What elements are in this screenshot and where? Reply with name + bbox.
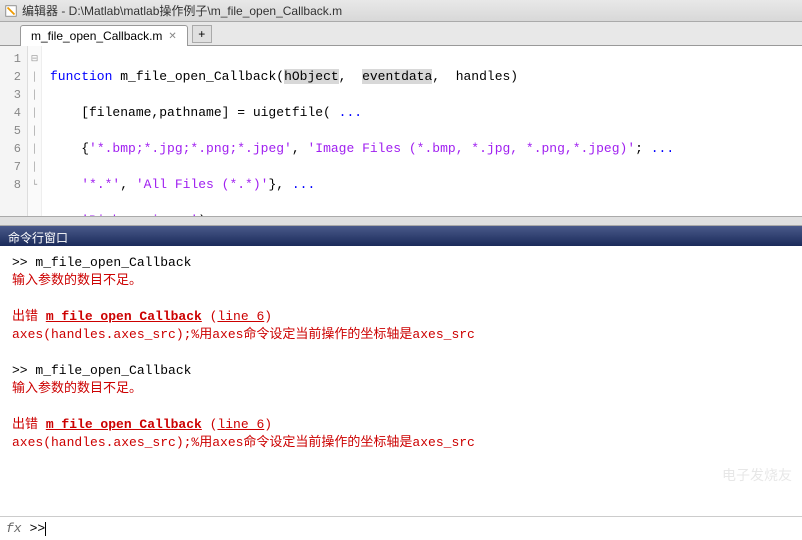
editor-icon — [4, 4, 18, 18]
string: 'All Files (*.*)' — [136, 177, 269, 192]
string: 'Image Files (*.bmp, *.jpg, *.png,*.jpeg… — [307, 141, 635, 156]
error-code: axes(handles.axes_src);%用axes命令设定当前操作的坐标… — [12, 434, 790, 452]
title-bar: 编辑器 - D:\Matlab\matlab操作例子\m_file_open_C… — [0, 0, 802, 22]
tab-label: m_file_open_Callback.m — [31, 29, 162, 43]
code-text: ; — [635, 141, 643, 156]
code-text: , handles) — [432, 69, 518, 84]
fold-icon[interactable]: ⊟ — [28, 50, 41, 68]
continuation: ... — [292, 177, 315, 192]
window-title: 编辑器 - D:\Matlab\matlab操作例子\m_file_open_C… — [22, 2, 342, 19]
tab-add-button[interactable]: + — [192, 25, 212, 43]
code-text: m_file_open_Callback( — [112, 69, 284, 84]
code-text — [50, 213, 81, 216]
code-text: , — [339, 69, 362, 84]
close-icon[interactable]: ✕ — [168, 31, 176, 42]
code-text — [50, 177, 81, 192]
watermark: 电子发烧友 — [722, 468, 792, 486]
keyword: function — [50, 69, 112, 84]
code-text: { — [50, 141, 89, 156]
error-line-link[interactable]: line 6 — [217, 309, 264, 324]
line-number: 2 — [0, 68, 21, 86]
command-title-text: 命令行窗口 — [8, 231, 68, 245]
error-text: ) — [264, 417, 272, 432]
pane-divider[interactable] — [0, 216, 802, 226]
error-text: ) — [264, 309, 272, 324]
error-line-link[interactable]: line 6 — [217, 417, 264, 432]
line-number: 3 — [0, 86, 21, 104]
code-text: [filename,pathname] = uigetfile( — [50, 105, 339, 120]
code-text: , — [292, 141, 308, 156]
code-arg: eventdata — [362, 69, 432, 84]
code-text: , — [120, 177, 136, 192]
command-window[interactable]: >> m_file_open_Callback 输入参数的数目不足。 出错 m_… — [0, 246, 802, 516]
line-number: 1 — [0, 50, 21, 68]
code-text: }, — [268, 177, 291, 192]
error-function-link[interactable]: m_file_open_Callback — [46, 309, 202, 324]
line-number: 8 — [0, 176, 21, 194]
prompt: >> — [12, 255, 35, 270]
continuation: ... — [339, 105, 362, 120]
error-text: ( — [202, 417, 218, 432]
prompt: >> — [12, 363, 35, 378]
command-window-title: 命令行窗口 — [0, 226, 802, 246]
string: '*.bmp;*.jpg;*.png;*.jpeg' — [89, 141, 292, 156]
code-content[interactable]: function m_file_open_Callback(hObject, e… — [42, 46, 682, 216]
tab-bar: m_file_open_Callback.m ✕ + — [0, 22, 802, 46]
continuation: ... — [643, 141, 674, 156]
error-text: 输入参数的数目不足。 — [12, 272, 790, 290]
code-text: ); — [198, 213, 214, 216]
error-text: 输入参数的数目不足。 — [12, 380, 790, 398]
cursor — [45, 522, 46, 536]
string: 'Pick an image' — [81, 213, 198, 216]
line-number: 7 — [0, 158, 21, 176]
line-gutter: 1 2 3 4 5 6 7 8 — [0, 46, 28, 216]
cmd-input: m_file_open_Callback — [35, 363, 191, 378]
line-number: 6 — [0, 140, 21, 158]
error-prefix: 出错 — [12, 417, 46, 432]
error-text: ( — [202, 309, 218, 324]
error-code: axes(handles.axes_src);%用axes命令设定当前操作的坐标… — [12, 326, 790, 344]
line-number: 5 — [0, 122, 21, 140]
prompt-bar[interactable]: fx >> — [0, 516, 802, 540]
string: '*.*' — [81, 177, 120, 192]
error-prefix: 出错 — [12, 309, 46, 324]
line-number: 4 — [0, 104, 21, 122]
tab-active[interactable]: m_file_open_Callback.m ✕ — [20, 25, 188, 46]
code-arg: hObject — [284, 69, 339, 84]
plus-icon: + — [198, 27, 205, 41]
error-function-link[interactable]: m_file_open_Callback — [46, 417, 202, 432]
fold-gutter: ⊟ ││││││└ — [28, 46, 42, 216]
cmd-input: m_file_open_Callback — [35, 255, 191, 270]
code-editor[interactable]: 1 2 3 4 5 6 7 8 ⊟ ││││││└ function m_fil… — [0, 46, 802, 216]
